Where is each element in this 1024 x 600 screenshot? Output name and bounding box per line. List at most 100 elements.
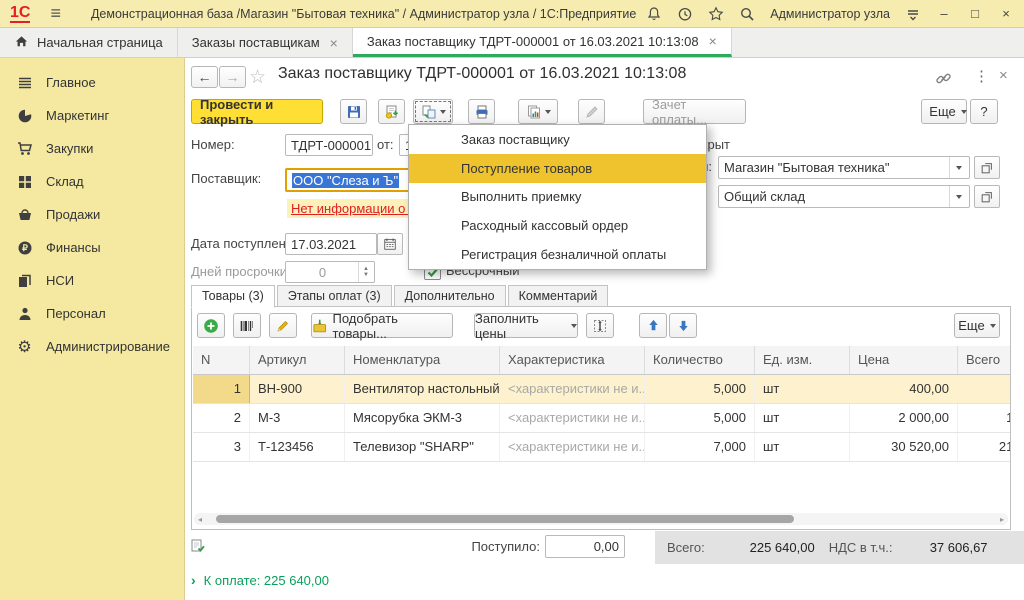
goods-panel: Подобрать товары... Заполнить цены Еще <box>191 306 1011 530</box>
post-and-close-button[interactable]: Провести и закрыть <box>191 99 323 124</box>
col-header-article[interactable]: Артикул <box>250 346 345 374</box>
minimize-button[interactable]: – <box>936 6 952 21</box>
menu-item-supplier-order[interactable]: Заказ поставщику <box>409 125 706 154</box>
horizontal-scrollbar[interactable]: ◂ ▸ <box>194 513 1008 525</box>
contact-warning-band: Нет информации о кон <box>287 199 417 218</box>
store-field[interactable]: Магазин "Бытовая техника" <box>718 156 970 179</box>
fill-prices-label: Заполнить цены <box>475 311 566 341</box>
receipt-date-value: 17.03.2021 <box>291 237 356 252</box>
add-row-button[interactable] <box>197 313 225 338</box>
more-dots-icon[interactable]: ⋮ <box>974 67 989 85</box>
sidebar-item-nsi[interactable]: НСИ <box>0 264 184 297</box>
col-header-nomenclature[interactable]: Номенклатура <box>345 346 500 374</box>
col-header-characteristic[interactable]: Характеристика <box>500 346 645 374</box>
tab-supplier-orders-list[interactable]: Заказы поставщикам × <box>178 28 353 57</box>
expand-rows-button[interactable] <box>586 313 614 338</box>
sidebar-item-zakupki[interactable]: Закупки <box>0 132 184 165</box>
col-header-price[interactable]: Цена <box>850 346 958 374</box>
close-window-button[interactable]: × <box>998 6 1014 21</box>
sidebar-item-label: Маркетинг <box>46 108 109 123</box>
tab-comment[interactable]: Комментарий <box>508 285 609 307</box>
print-button[interactable] <box>468 99 495 124</box>
tab-goods[interactable]: Товары (3) <box>191 285 275 308</box>
home-tab[interactable]: Начальная страница <box>0 28 178 57</box>
menu-item-cash-outflow-order[interactable]: Расходный кассовый ордер <box>409 211 706 240</box>
table-row[interactable]: 1 ВН-900 Вентилятор настольный <характер… <box>193 375 1010 404</box>
history-clock-icon[interactable] <box>677 6 693 22</box>
search-icon[interactable] <box>739 6 755 22</box>
barcode-scan-button[interactable] <box>233 313 261 338</box>
open-store-button[interactable] <box>974 156 1000 179</box>
help-button[interactable]: ? <box>970 99 998 124</box>
receipt-date-field[interactable]: 17.03.2021 <box>285 233 377 255</box>
save-button[interactable] <box>340 99 367 124</box>
goods-more-button[interactable]: Еще <box>954 313 1000 338</box>
col-header-n[interactable]: N <box>193 346 250 374</box>
move-row-down-button[interactable] <box>669 313 697 338</box>
sidebar-item-marketing[interactable]: Маркетинг <box>0 99 184 132</box>
calendar-picker-button[interactable] <box>377 233 403 255</box>
open-warehouse-button[interactable] <box>974 185 1000 208</box>
sidebar-item-label: Продажи <box>46 207 100 222</box>
edit-button[interactable] <box>578 99 605 124</box>
maximize-button[interactable]: □ <box>967 6 983 21</box>
fill-prices-button[interactable]: Заполнить цены <box>474 313 578 338</box>
overdue-days-field[interactable]: 0 ▲▼ <box>285 261 375 283</box>
scroll-left-icon[interactable]: ◂ <box>194 515 206 524</box>
reports-button[interactable] <box>518 99 558 124</box>
sidebar-item-administrirovanie[interactable]: ⚙ Администрирование <box>0 330 184 363</box>
received-field[interactable]: 0,00 <box>545 535 625 558</box>
arrow-up-icon <box>646 318 661 333</box>
document-modified-icon <box>190 538 206 557</box>
edit-row-button[interactable] <box>269 313 297 338</box>
post-document-button[interactable] <box>378 99 405 124</box>
scrollbar-thumb[interactable] <box>216 515 794 523</box>
more-button[interactable]: Еще <box>921 99 967 124</box>
sidebar-item-prodazhi[interactable]: Продажи <box>0 198 184 231</box>
back-button[interactable]: ← <box>191 66 218 88</box>
close-tab-icon[interactable]: × <box>330 35 338 51</box>
col-header-quantity[interactable]: Количество <box>645 346 755 374</box>
service-menu-icon[interactable] <box>905 6 921 22</box>
spinner-arrows-icon[interactable]: ▲▼ <box>358 262 369 282</box>
menu-item-goods-receipt[interactable]: Поступление товаров <box>409 154 706 183</box>
tab-additional[interactable]: Дополнительно <box>394 285 506 307</box>
hamburger-menu-icon[interactable]: ≡ <box>50 3 61 24</box>
move-row-up-button[interactable] <box>639 313 667 338</box>
get-link-icon[interactable] <box>935 70 952 90</box>
close-tab-icon[interactable]: × <box>709 33 717 49</box>
table-row[interactable]: 2 М-3 Мясорубка ЭКМ-3 <характеристики не… <box>193 404 1010 433</box>
menu-item-perform-acceptance[interactable]: Выполнить приемку <box>409 183 706 212</box>
notifications-bell-icon[interactable] <box>646 6 662 22</box>
pick-goods-icon <box>312 318 327 334</box>
menu-item-cashless-payment-registration[interactable]: Регистрация безналичной оплаты <box>409 240 706 269</box>
combo-dropdown-icon[interactable] <box>949 186 964 207</box>
basket-icon <box>16 206 33 223</box>
close-form-icon[interactable]: × <box>999 67 1008 84</box>
warehouse-field[interactable]: Общий склад <box>718 185 970 208</box>
favorites-star-icon[interactable] <box>708 6 724 22</box>
pick-goods-button[interactable]: Подобрать товары... <box>311 313 453 338</box>
scroll-right-icon[interactable]: ▸ <box>996 515 1008 524</box>
sidebar-item-glavnoe[interactable]: Главное <box>0 66 184 99</box>
tab-supplier-order-document[interactable]: Заказ поставщику ТДРТ-000001 от 16.03.20… <box>353 28 732 57</box>
sidebar-item-personal[interactable]: Персонал <box>0 297 184 330</box>
sidebar-item-finansy[interactable]: ₽ Финансы <box>0 231 184 264</box>
favorite-star-icon[interactable]: ☆ <box>249 66 266 89</box>
combo-dropdown-icon[interactable] <box>949 157 964 178</box>
number-field[interactable]: ТДРТ-000001 <box>285 134 373 156</box>
gear-icon: ⚙ <box>16 338 33 355</box>
tab-payment-stages[interactable]: Этапы оплат (3) <box>277 285 392 307</box>
received-label: Поступило: <box>440 536 540 558</box>
col-header-unit[interactable]: Ед. изм. <box>755 346 850 374</box>
dropdown-arrow-icon <box>571 324 577 328</box>
sidebar-item-sklad[interactable]: Склад <box>0 165 184 198</box>
current-user[interactable]: Администратор узла <box>770 7 890 21</box>
col-header-total[interactable]: Всего <box>958 346 1010 374</box>
forward-button[interactable]: → <box>219 66 246 88</box>
offset-payment-button[interactable]: Зачет оплаты... <box>643 99 746 124</box>
table-row[interactable]: 3 Т-123456 Телевизор "SHARP" <характерис… <box>193 433 1010 462</box>
overdue-days-value: 0 <box>319 265 330 280</box>
create-based-on-button[interactable] <box>413 99 453 124</box>
to-pay-expander[interactable]: › К оплате: 225 640,00 <box>191 572 329 588</box>
